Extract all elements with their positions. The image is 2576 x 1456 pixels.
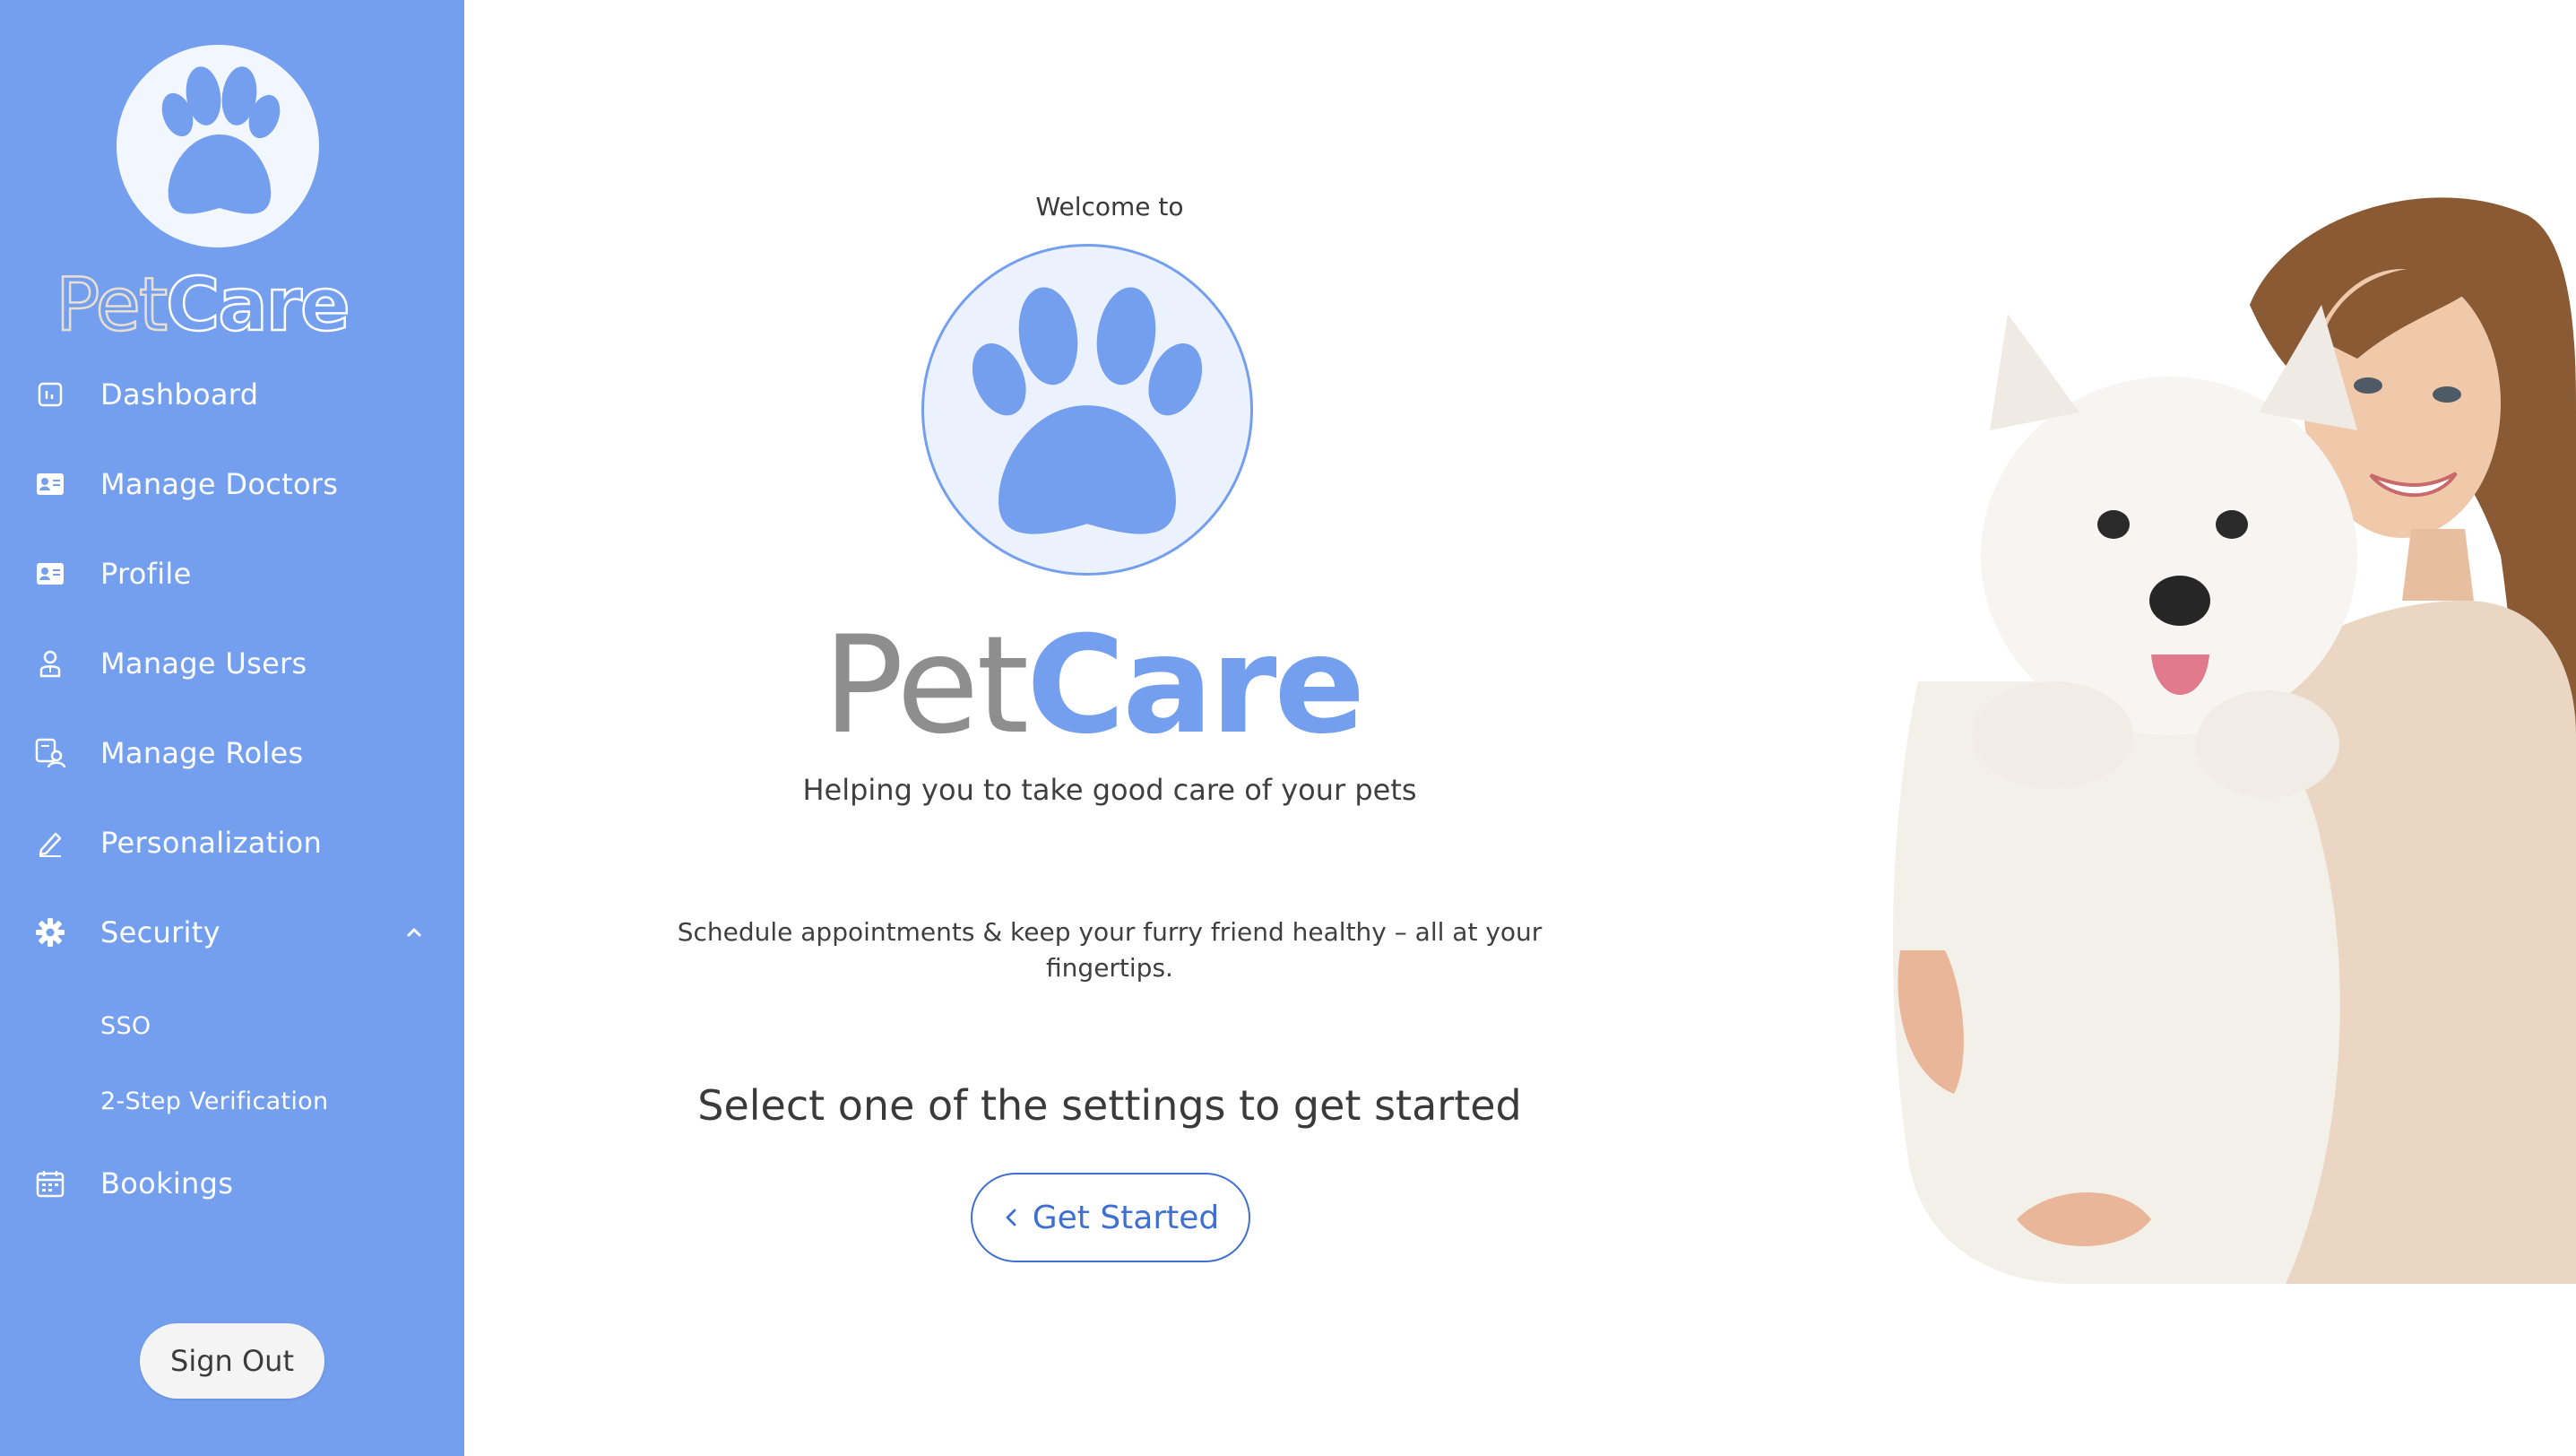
id-card-icon (34, 468, 66, 500)
brand-care: Care (165, 263, 351, 348)
sidebar-subitem-label: SSO (100, 1011, 151, 1040)
sidebar-item-label: Security (100, 915, 220, 949)
brand-care: Care (1026, 608, 1365, 764)
sidebar-item-label: Manage Doctors (100, 467, 339, 501)
user-roles-icon (34, 737, 66, 769)
sidebar-item-label: Profile (100, 557, 192, 591)
get-started-button[interactable]: Get Started (971, 1173, 1250, 1262)
paw-icon (972, 287, 1203, 534)
sidebar-subitem-label: 2-Step Verification (100, 1087, 329, 1115)
brand-pet: Pet (823, 608, 1029, 764)
user-icon (34, 647, 66, 680)
cta-heading: Select one of the settings to get starte… (697, 1081, 1522, 1130)
app-window: PetCare Dashboard Manage Doctors Profile (0, 0, 2576, 1456)
paw-icon (161, 66, 281, 214)
sidebar-item-bookings[interactable]: Bookings (0, 1148, 464, 1219)
chevron-left-icon (1002, 1205, 1020, 1230)
calendar-icon (34, 1167, 66, 1200)
chevron-up-icon[interactable] (402, 920, 427, 945)
sidebar-subitem-sso[interactable]: SSO (0, 994, 464, 1057)
tagline: Helping you to take good care of your pe… (802, 773, 1417, 807)
sidebar-item-security[interactable]: Security (0, 897, 464, 968)
pencil-icon (34, 827, 66, 859)
sidebar-item-manage-roles[interactable]: Manage Roles (0, 717, 464, 789)
get-started-label: Get Started (1032, 1199, 1220, 1236)
sign-out-button[interactable]: Sign Out (140, 1323, 324, 1399)
sidebar-item-dashboard[interactable]: Dashboard (0, 359, 464, 430)
sidebar-brand-wordmark: PetCare (55, 267, 414, 343)
sidebar-item-label: Personalization (100, 826, 323, 860)
hero-photo-woman-with-dog (1784, 179, 2576, 1284)
sidebar-item-profile[interactable]: Profile (0, 538, 464, 610)
sidebar-item-label: Manage Users (100, 646, 307, 680)
brand-pet: Pet (55, 263, 169, 348)
chart-icon (34, 378, 66, 411)
id-card-icon (34, 558, 66, 590)
sidebar-item-label: Dashboard (100, 377, 259, 412)
sidebar-logo[interactable] (117, 45, 319, 247)
sidebar-subitem-2-step-verification[interactable]: 2-Step Verification (0, 1070, 464, 1132)
sidebar-item-label: Bookings (100, 1166, 234, 1200)
welcome-text: Welcome to (1035, 192, 1184, 221)
hero-logo (921, 244, 1253, 576)
sidebar-item-manage-doctors[interactable]: Manage Doctors (0, 448, 464, 520)
description-text: Schedule appointments & keep your furry … (677, 917, 1543, 983)
hero-brand-wordmark: PetCare (823, 619, 1396, 753)
sidebar: PetCare Dashboard Manage Doctors Profile (0, 0, 464, 1456)
gear-icon (34, 916, 66, 949)
sidebar-item-personalization[interactable]: Personalization (0, 807, 464, 879)
sidebar-item-label: Manage Roles (100, 736, 304, 770)
sidebar-item-manage-users[interactable]: Manage Users (0, 628, 464, 699)
